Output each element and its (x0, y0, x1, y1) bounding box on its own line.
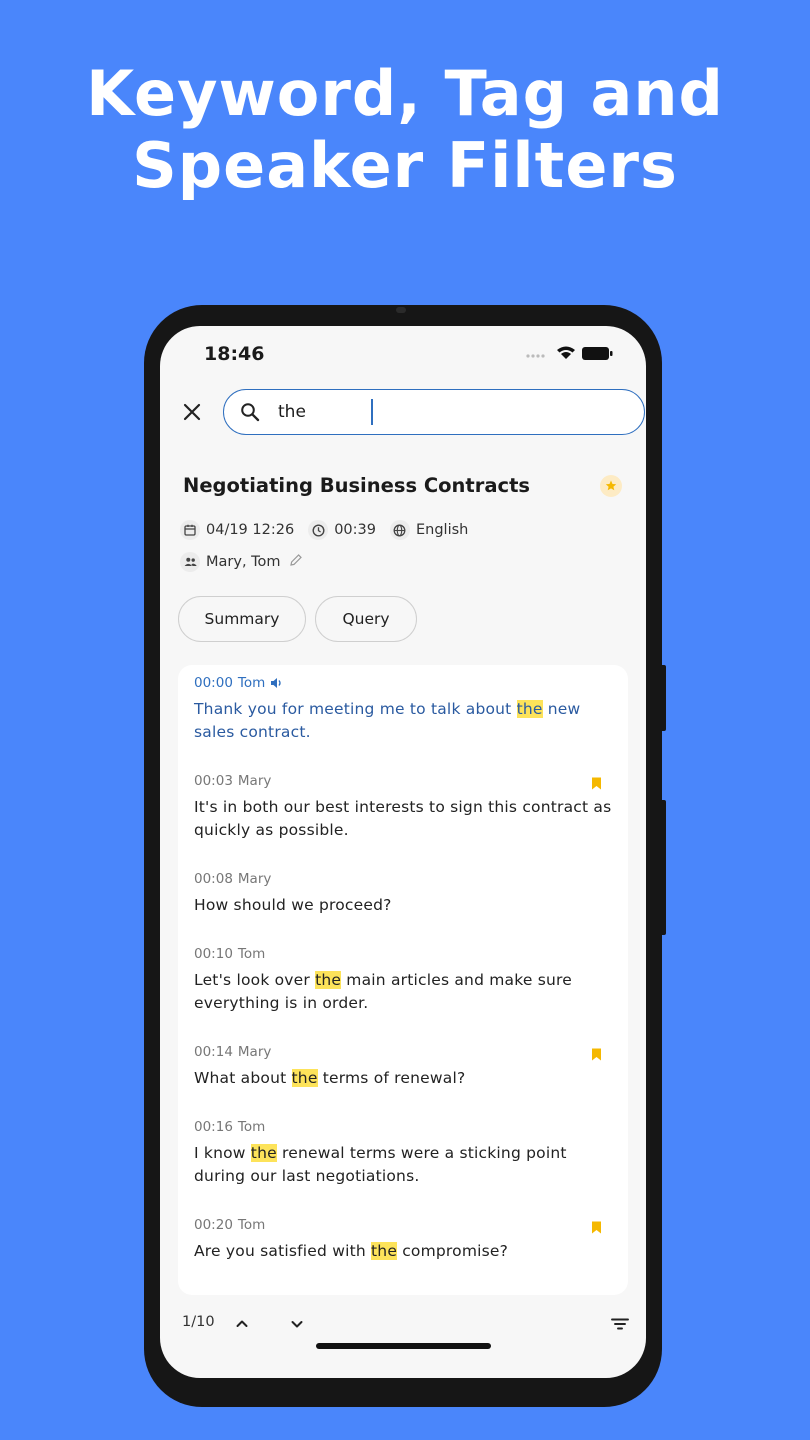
clock-icon (308, 520, 329, 540)
calendar-icon (180, 520, 200, 540)
segment-text-part: Let's look over (194, 971, 316, 989)
tab-query[interactable]: Query (315, 596, 417, 642)
filter-icon (611, 1318, 629, 1330)
bookmark-icon[interactable] (591, 775, 602, 794)
transcript-segment[interactable]: 00:00 Tom Thank you for meeting me to talk… (194, 673, 614, 744)
keyword-highlight: the (315, 971, 342, 989)
camera-dot (396, 307, 406, 313)
transcript-segment[interactable]: 00:14 Mary What about the terms of renewal… (194, 1042, 614, 1090)
segment-text-part: I know (194, 1144, 251, 1162)
star-icon (605, 480, 617, 491)
headline-line-2: Speaker Filters (132, 129, 678, 202)
segment-time: 00:00 (194, 675, 233, 691)
segment-text-part: Are you satisfied with (194, 1242, 372, 1260)
chevron-down-icon (291, 1321, 303, 1328)
keyword-highlight: the (291, 1069, 318, 1087)
headline-line-1: Keyword, Tag and (86, 57, 724, 130)
segment-text: What about the terms of renewal? (194, 1067, 614, 1090)
keyword-highlight: the (371, 1242, 398, 1260)
segment-text: Are you satisfied with the compromise? (194, 1240, 614, 1263)
segment-text-part: What about (194, 1069, 292, 1087)
transcript-segment[interactable]: 00:08 Mary How should we proceed? (194, 869, 614, 917)
app-screen: 18:46 the Negotiating Business Contracts… (160, 326, 646, 1378)
match-position: 1/10 (182, 1314, 215, 1330)
globe-icon (389, 520, 410, 540)
speaker-playing-icon (270, 677, 284, 689)
segment-text: I know the renewal terms were a sticking… (194, 1142, 614, 1188)
segment-time: 00:08 (194, 871, 233, 887)
recording-duration: 00:39 (334, 522, 376, 538)
segment-text-part: Thank you for meeting me to talk about (194, 700, 517, 718)
transcript-segment[interactable]: 00:16 Tom I know the renewal terms were a … (194, 1117, 614, 1188)
home-indicator[interactable] (316, 1343, 491, 1349)
phone-frame: 18:46 the Negotiating Business Contracts… (144, 305, 666, 1407)
recording-speakers: Mary, Tom (206, 554, 281, 570)
close-search-button[interactable] (180, 400, 204, 424)
segment-time: 00:03 (194, 773, 233, 789)
text-cursor (371, 399, 373, 425)
segment-speaker: Tom (237, 1119, 266, 1135)
phone-side-button (660, 665, 666, 731)
status-icons (524, 344, 616, 366)
recording-title: Negotiating Business Contracts (183, 474, 531, 497)
segment-header: 00:03 Mary (194, 771, 614, 791)
segment-header: 00:08 Mary (194, 869, 614, 889)
recording-language: English (415, 522, 469, 538)
favorite-button[interactable] (600, 475, 622, 497)
segment-header: 00:00 Tom (194, 673, 614, 693)
segment-text-part: How should we proceed? (194, 896, 392, 914)
transcript-segment[interactable]: 00:10 Tom Let's look over the main article… (194, 944, 614, 1015)
signal-wifi-battery-icon (526, 346, 613, 360)
keyword-highlight: the (516, 700, 543, 718)
headline: Keyword, Tag and Speaker Filters (0, 58, 810, 202)
segment-speaker: Tom (237, 675, 266, 691)
previous-match-button[interactable] (230, 1312, 254, 1336)
segment-speaker: Mary (237, 871, 272, 887)
segment-time: 00:14 (194, 1044, 233, 1060)
segment-time: 00:20 (194, 1217, 233, 1233)
segment-text-part: It's in both our best interests to sign … (194, 798, 612, 839)
edit-speakers-icon[interactable] (289, 553, 303, 571)
segment-speaker: Tom (237, 1217, 266, 1233)
keyword-highlight: the (250, 1144, 277, 1162)
close-icon (183, 403, 201, 421)
segment-text-part: compromise? (397, 1242, 509, 1260)
recording-date: 04/19 12:26 (206, 522, 295, 538)
transcript-list: 00:00 Tom Thank you for meeting me to talk… (178, 665, 628, 1295)
segment-header: 00:14 Mary (194, 1042, 614, 1062)
segment-text: Thank you for meeting me to talk about t… (194, 698, 614, 744)
search-input[interactable] (278, 398, 618, 426)
segment-speaker: Mary (237, 773, 272, 789)
segment-text: Let's look over the main articles and ma… (194, 969, 614, 1015)
status-time: 18:46 (204, 343, 265, 365)
search-icon (240, 402, 260, 426)
next-match-button[interactable] (285, 1312, 309, 1336)
segment-header: 00:16 Tom (194, 1117, 614, 1137)
segment-speaker: Tom (237, 946, 266, 962)
filter-button[interactable] (608, 1312, 632, 1336)
segment-header: 00:10 Tom (194, 944, 614, 964)
segment-speaker: Mary (237, 1044, 272, 1060)
bookmark-icon[interactable] (591, 1046, 602, 1065)
transcript-segment[interactable]: 00:03 Mary It's in both our best interests… (194, 771, 614, 842)
search-box[interactable] (223, 389, 645, 435)
phone-volume-button (660, 800, 666, 935)
segment-text: It's in both our best interests to sign … (194, 796, 614, 842)
transcript-segment[interactable]: 00:20 Tom Are you satisfied with the compr… (194, 1215, 614, 1263)
segment-text: How should we proceed? (194, 894, 614, 917)
speakers-row[interactable]: Mary, Tom (180, 552, 303, 572)
bookmark-icon[interactable] (591, 1219, 602, 1238)
segment-time: 00:16 (194, 1119, 233, 1135)
recording-meta-row: 04/19 12:26 00:39 English (180, 520, 482, 540)
chevron-up-icon (236, 1320, 248, 1327)
segment-text-part: terms of renewal? (317, 1069, 466, 1087)
tab-summary[interactable]: Summary (178, 596, 306, 642)
segment-time: 00:10 (194, 946, 233, 962)
segment-header: 00:20 Tom (194, 1215, 614, 1235)
people-icon (180, 552, 200, 572)
